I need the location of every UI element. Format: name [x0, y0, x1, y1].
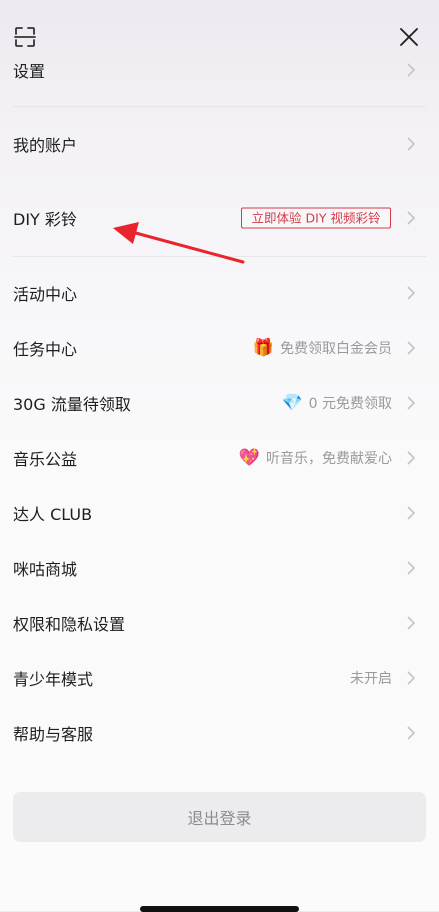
gift-icon: 🎁 [252, 337, 274, 358]
traffic-promo-hint: 💎 0 元免费领取 [281, 393, 392, 413]
chevron-right-icon [407, 616, 416, 630]
task-promo-hint: 🎁 免费领取白金会员 [253, 338, 392, 358]
logout-button[interactable]: 退出登录 [13, 792, 426, 842]
chevron-right-icon [407, 211, 416, 225]
chevron-right-icon [407, 726, 416, 740]
chevron-right-icon [407, 506, 416, 520]
menu-item-activity-center[interactable]: 活动中心 [0, 273, 439, 313]
menu-item-label: 权限和隐私设置 [13, 615, 126, 634]
diamond-icon: 💎 [281, 392, 303, 413]
menu-item-label: 帮助与客服 [13, 725, 94, 744]
menu-item-teen-mode[interactable]: 青少年模式 未开启 [0, 658, 439, 698]
menu-item-help[interactable]: 帮助与客服 [0, 713, 439, 753]
charity-promo-hint: 💖 听音乐，免费献爱心 [239, 448, 392, 468]
menu-item-label: 我的账户 [13, 136, 78, 155]
menu-item-label: 青少年模式 [13, 670, 94, 689]
menu-item-label: DIY 彩铃 [13, 210, 77, 229]
chevron-right-icon [407, 286, 416, 300]
menu-item-label: 30G 流量待领取 [13, 395, 131, 414]
divider [13, 256, 426, 257]
task-promo-text: 免费领取白金会员 [280, 341, 392, 357]
menu-item-mall[interactable]: 咪咕商城 [0, 548, 439, 588]
menu-item-label: 设置 [13, 62, 46, 81]
close-icon[interactable] [398, 26, 420, 48]
chevron-right-icon [407, 396, 416, 410]
divider [13, 106, 426, 107]
chevron-right-icon [407, 341, 416, 355]
menu-item-music-charity[interactable]: 音乐公益 💖 听音乐，免费献爱心 [0, 438, 439, 478]
menu-item-label: 达人 CLUB [13, 505, 93, 524]
menu-item-label: 音乐公益 [13, 450, 78, 469]
menu-item-diy-ringtone[interactable]: DIY 彩铃 立即体验 DIY 视频彩铃 [0, 198, 439, 238]
chevron-right-icon [407, 137, 416, 151]
chevron-right-icon [407, 63, 416, 77]
menu-item-label: 任务中心 [13, 340, 78, 359]
charity-promo-text: 听音乐，免费献爱心 [266, 451, 392, 467]
teen-mode-status: 未开启 [350, 671, 392, 687]
traffic-promo-text: 0 元免费领取 [308, 396, 392, 412]
chevron-right-icon [407, 451, 416, 465]
chevron-right-icon [407, 561, 416, 575]
menu-item-data-traffic[interactable]: 30G 流量待领取 💎 0 元免费领取 [0, 383, 439, 423]
heart-icon: 💖 [238, 447, 260, 468]
menu-item-task-center[interactable]: 任务中心 🎁 免费领取白金会员 [0, 328, 439, 368]
menu-item-settings[interactable]: 设置 [0, 50, 439, 90]
chevron-right-icon [407, 671, 416, 685]
menu-item-account[interactable]: 我的账户 [0, 124, 439, 164]
menu-item-privacy[interactable]: 权限和隐私设置 [0, 603, 439, 643]
menu-item-club[interactable]: 达人 CLUB [0, 493, 439, 533]
menu-item-label: 咪咕商城 [13, 560, 78, 579]
scan-icon[interactable] [14, 26, 36, 48]
menu-item-label: 活动中心 [13, 285, 78, 304]
home-indicator [140, 906, 299, 912]
diy-video-ringtone-badge[interactable]: 立即体验 DIY 视频彩铃 [241, 207, 391, 229]
